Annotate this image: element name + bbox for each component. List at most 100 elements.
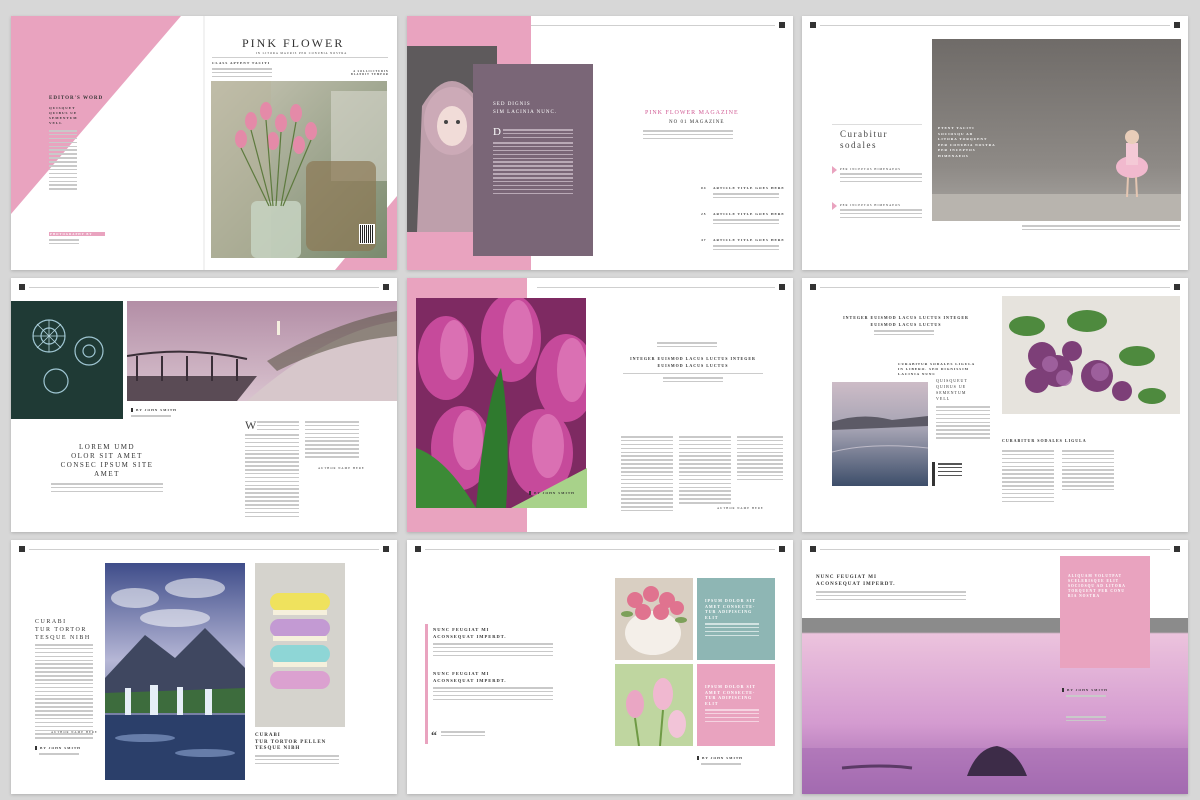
byline-sub <box>701 763 741 767</box>
byline-sub <box>131 415 171 419</box>
heading-rule <box>623 373 763 374</box>
cover-text <box>212 68 272 80</box>
article-col-1 <box>621 436 673 514</box>
page-marker-left <box>415 546 421 552</box>
quote-bar <box>932 462 935 486</box>
photo-caption-title: CURABI TUR TORTOR PELLEN TESQUE NIBH <box>255 733 327 751</box>
quote-text <box>936 406 990 441</box>
article-title: ARTICLE TITLE GOES HERE <box>713 212 785 216</box>
article-col-2 <box>1062 450 1114 493</box>
page-marker-right <box>1174 284 1180 290</box>
roses-teacup-photo <box>615 578 693 660</box>
spread-9: NUNC FEUGIAT MI ACONSEQUAT IMPERDT. ALIQ… <box>802 540 1188 794</box>
header-rule <box>425 549 775 550</box>
arrow-icon <box>832 202 837 210</box>
heading-text <box>816 591 966 603</box>
byline: BY JOHN SMITH <box>697 756 743 760</box>
spread-3: Curabitur sodales PER INCEPTOS HIMENAEOS… <box>802 16 1188 270</box>
page-marker-left <box>810 546 816 552</box>
text-1 <box>433 643 553 659</box>
section-title: CURABI TUR TORTOR TESQUE NIBH <box>35 619 91 641</box>
thistle-photo <box>11 301 123 419</box>
arrow-icon <box>832 166 837 174</box>
waterfall-mountain-photo <box>105 563 245 780</box>
spread-8: NUNC FEUGIAT MI ACONSEQUAT IMPERDT. NUNC… <box>407 540 793 794</box>
beach-boardwalk-photo <box>127 301 397 401</box>
article-item[interactable]: 04 ARTICLE TITLE GOES HERE <box>701 186 785 212</box>
page-marker-right <box>779 546 785 552</box>
magazine-title: PINK FLOWER <box>242 36 345 50</box>
article-col-2 <box>305 421 359 460</box>
article-col-1 <box>1002 450 1054 504</box>
spread-4: BY JOHN SMITH LOREM UMD OLOR SIT AMET CO… <box>11 278 397 532</box>
headline-sub <box>51 483 163 495</box>
byline-sub <box>1066 695 1106 699</box>
green-triangle <box>511 468 587 508</box>
title-rule <box>832 124 922 125</box>
article-col-1 <box>257 421 299 433</box>
bullet-label: PER INCEPTOS HIMENAEOS <box>840 203 901 207</box>
page-marker-right <box>1174 546 1180 552</box>
article-number: 47 <box>701 238 707 242</box>
spread-5: BY JOHN SMITH INTEGER EUISMOD LACUS LUCT… <box>407 278 793 532</box>
headline: LOREM UMD OLOR SIT AMET CONSEC IPSUM SIT… <box>60 443 154 478</box>
pink-box-text: ALIQUAM VOLUTPAT SCELERISQUE ELIT SOCIOS… <box>1068 574 1126 598</box>
section-heading: INTEGER EUISMOD LACUS LUCTUS INTEGER EUI… <box>843 315 969 327</box>
heading-sub <box>874 330 934 338</box>
article-number: 04 <box>701 186 707 190</box>
spread-6: INTEGER EUISMOD LACUS LUCTUS INTEGER EUI… <box>802 278 1188 532</box>
quote-text <box>441 731 485 739</box>
editor-text <box>49 130 77 192</box>
box-text <box>503 129 573 141</box>
photo-label: PHOTOGRAPHY BY <box>50 232 93 236</box>
lilac-photo <box>1002 296 1180 414</box>
box-title: SED DIGNIS SIM LACINIA NUNC. <box>493 102 558 115</box>
quote-lines <box>1066 716 1106 724</box>
photo-caption <box>1022 225 1180 233</box>
page-marker-left <box>810 22 816 28</box>
byline: BY JOHN SMITH <box>131 408 177 412</box>
drop-cap: D <box>493 126 501 138</box>
side-note: A SOLLICITUDIN BLANDIT TEMPOR <box>351 70 389 77</box>
header-rule <box>537 287 775 288</box>
heading-sub <box>663 377 723 385</box>
caption-text <box>255 755 339 767</box>
pull-quote: QUISQUEUT QUIBUS UE SEMENTUM VELL <box>936 378 968 401</box>
coast-photo <box>832 382 928 486</box>
header-rule <box>820 25 1170 26</box>
intro-text <box>35 644 93 741</box>
quote-bar-text <box>938 463 962 479</box>
page-marker-left <box>810 284 816 290</box>
header-rule <box>820 287 1170 288</box>
header-rule <box>29 287 379 288</box>
pink-box-lines <box>705 709 759 725</box>
pink-tulip-photo <box>615 664 693 746</box>
header-rule <box>820 549 1170 550</box>
photo-credit <box>49 239 79 247</box>
pink-accent-bar <box>425 624 428 744</box>
macarons-photo <box>255 563 345 727</box>
spread-2: SED DIGNIS SIM LACINIA NUNC. D PINK FLOW… <box>407 16 793 270</box>
article-number: 25 <box>701 212 707 216</box>
byline: BY JOHN SMITH <box>529 491 575 495</box>
article-col-2 <box>679 436 731 506</box>
page-marker-right <box>1174 22 1180 28</box>
spread-1: EDITOR'S WORD QUISQUET QUIBUS UE SEMENTU… <box>11 16 397 270</box>
article-list: 04 ARTICLE TITLE GOES HERE 25 ARTICLE TI… <box>701 186 785 264</box>
subheading-1: CURABITUR SODALES LIGULA IN LIBERO. SED … <box>898 362 976 376</box>
author-name: AUTHOR NAME HERE <box>318 466 365 470</box>
article-item[interactable]: 25 ARTICLE TITLE GOES HERE <box>701 212 785 238</box>
mag-intro <box>643 130 733 142</box>
title-rule <box>212 57 388 58</box>
article-col-1b <box>245 434 299 520</box>
page-marker-right <box>383 284 389 290</box>
photo-quote: PTENT TACITI SOCIOSQU AD LITORA TORQUENT… <box>938 126 996 158</box>
teal-box-lines <box>705 623 759 639</box>
header-rule <box>29 549 379 550</box>
page-marker-right <box>779 284 785 290</box>
article-item[interactable]: 47 ARTICLE TITLE GOES HERE <box>701 238 785 264</box>
spread-7: CURABI TUR TORTOR TESQUE NIBH BY JOHN SM… <box>11 540 397 794</box>
pink-box-text: IPSUM DOLOR SIT AMET CONSECTE- TUR ADIPI… <box>705 684 757 706</box>
heading-2: NUNC FEUGIAT MI ACONSEQUAT IMPERDT. <box>433 671 507 683</box>
heading-1: NUNC FEUGIAT MI ACONSEQUAT IMPERDT. <box>433 627 507 639</box>
